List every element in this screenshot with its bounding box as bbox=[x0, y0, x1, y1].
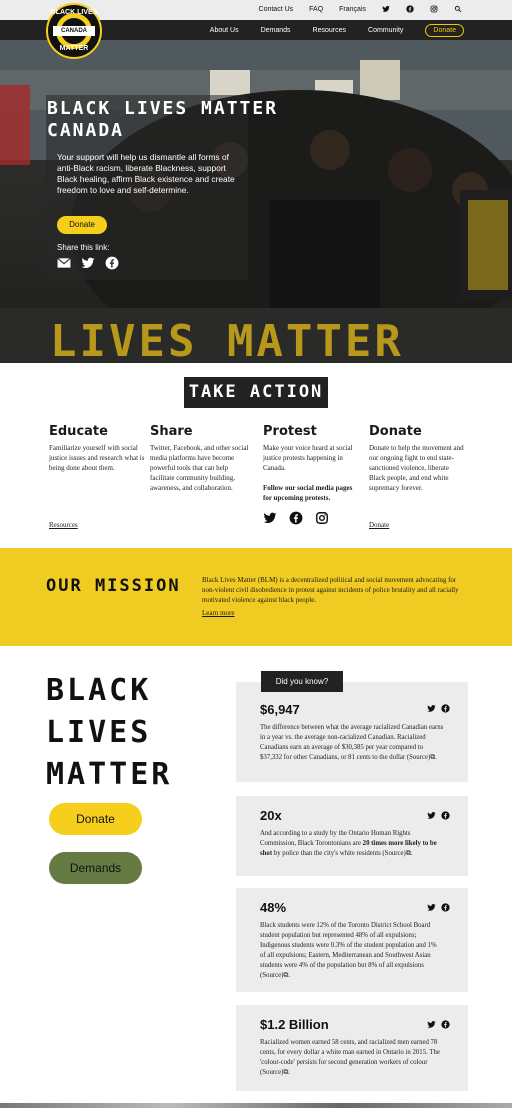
resources-link[interactable]: Resources bbox=[49, 521, 149, 529]
fact-stat: 20x bbox=[260, 808, 282, 823]
fact-card-share-icons bbox=[427, 811, 450, 820]
mission-text: Black Lives Matter (BLM) is a decentrali… bbox=[202, 576, 459, 604]
fact-card-2: 20x And according to a study by the Onta… bbox=[236, 796, 468, 876]
share-column: Share Twitter, Facebook, and other socia… bbox=[150, 424, 250, 493]
facebook-share-icon[interactable] bbox=[105, 256, 119, 270]
twitter-icon[interactable] bbox=[427, 1020, 436, 1029]
hero-section: LIVES MATTER BLACK LIVES MATTER CANADA Y… bbox=[0, 40, 512, 363]
educate-heading: Educate bbox=[49, 424, 108, 439]
fact-card-4: $1.2 Billion Racialized women earned 58 … bbox=[236, 1005, 468, 1091]
donate-heading: Donate bbox=[369, 424, 422, 439]
hero-title-line1: BLACK LIVES MATTER bbox=[47, 98, 279, 119]
facebook-icon[interactable] bbox=[441, 704, 450, 713]
search-icon[interactable] bbox=[454, 5, 462, 13]
fact-card-3: 48% Black students were 12% of the Toron… bbox=[236, 888, 468, 992]
nav-about-us[interactable]: About Us bbox=[210, 27, 239, 34]
hero-description: Your support will help us dismantle all … bbox=[57, 152, 235, 195]
contact-us-link[interactable]: Contact Us bbox=[259, 6, 294, 13]
mission-section: OUR MISSION Black Lives Matter (BLM) is … bbox=[0, 548, 512, 646]
fact-stat: $1.2 Billion bbox=[260, 1017, 329, 1032]
nav-demands[interactable]: Demands bbox=[261, 27, 291, 34]
fact-text: And according to a study by the Ontario … bbox=[260, 829, 444, 859]
blm-big-heading: BLACK LIVES MATTER bbox=[46, 670, 172, 796]
hero-banner: LIVES MATTER bbox=[0, 308, 512, 363]
blm-line1: BLACK bbox=[46, 673, 152, 708]
nav-links: About Us Demands Resources Community Don… bbox=[210, 24, 464, 37]
fact-text-post: by police than the city's white resident… bbox=[272, 850, 413, 857]
hero-donate-button[interactable]: Donate bbox=[57, 216, 107, 234]
logo-text-bottom: MATTER bbox=[59, 45, 89, 52]
share-label: Share this link: bbox=[57, 243, 110, 252]
demands-button[interactable]: Demands bbox=[49, 852, 142, 884]
take-action-heading: TAKE ACTION bbox=[184, 377, 328, 408]
protest-follow-text: Follow our social media pages for upcomi… bbox=[263, 484, 353, 502]
share-heading: Share bbox=[150, 424, 193, 439]
logo-text-middle: CANADA bbox=[53, 26, 95, 36]
blm-line3: MATTER bbox=[46, 757, 173, 792]
fact-text: Black students were 12% of the Toronto D… bbox=[260, 922, 437, 979]
donate-link[interactable]: Donate bbox=[369, 521, 469, 529]
nav-community[interactable]: Community bbox=[368, 27, 403, 34]
protest-social-icons bbox=[263, 511, 353, 525]
protest-heading: Protest bbox=[263, 424, 317, 439]
fact-card-share-icons bbox=[427, 704, 450, 713]
fact-text: Racialized women earned 58 cents, and ra… bbox=[260, 1039, 440, 1076]
facebook-icon[interactable] bbox=[289, 511, 303, 525]
fact-card-share-icons bbox=[427, 1020, 450, 1029]
did-you-know-tag: Did you know? bbox=[261, 671, 343, 692]
instagram-icon[interactable] bbox=[315, 511, 329, 525]
hero-banner-text: LIVES MATTER bbox=[50, 316, 404, 363]
blm-line2: LIVES bbox=[46, 715, 152, 750]
twitter-icon[interactable] bbox=[427, 811, 436, 820]
hero-title-line2: CANADA bbox=[47, 120, 125, 141]
twitter-share-icon[interactable] bbox=[81, 256, 95, 270]
fact-stat: 48% bbox=[260, 900, 287, 915]
fact-card-1: $6,947 The difference between what the a… bbox=[236, 682, 468, 782]
fact-stat: $6,947 bbox=[260, 702, 300, 717]
learn-more-link[interactable]: Learn more bbox=[202, 609, 234, 617]
donate-column: Donate Donate to help the movement and o… bbox=[369, 424, 464, 493]
instagram-icon[interactable] bbox=[430, 5, 438, 13]
facebook-icon[interactable] bbox=[441, 811, 450, 820]
protest-column: Protest Make your voice heard at social … bbox=[263, 424, 353, 525]
mission-title: OUR MISSION bbox=[46, 576, 181, 596]
nav-donate-button[interactable]: Donate bbox=[425, 24, 464, 37]
facebook-icon[interactable] bbox=[406, 5, 414, 13]
facebook-icon[interactable] bbox=[441, 1020, 450, 1029]
twitter-icon[interactable] bbox=[427, 903, 436, 912]
share-icons bbox=[57, 256, 119, 270]
facebook-icon[interactable] bbox=[441, 903, 450, 912]
blm-donate-button[interactable]: Donate bbox=[49, 803, 142, 835]
footer-image-strip bbox=[0, 1103, 512, 1108]
educate-column: Educate Familiarize yourself with social… bbox=[49, 424, 149, 473]
nav-resources[interactable]: Resources bbox=[313, 27, 346, 34]
francais-link[interactable]: Français bbox=[339, 6, 366, 13]
fact-card-share-icons bbox=[427, 903, 450, 912]
hero-title: BLACK LIVES MATTER CANADA bbox=[47, 98, 287, 142]
protest-text: Make your voice heard at social justice … bbox=[263, 444, 353, 472]
twitter-icon[interactable] bbox=[382, 5, 390, 13]
email-icon[interactable] bbox=[57, 256, 71, 270]
donate-text: Donate to help the movement and our ongo… bbox=[369, 444, 464, 492]
fact-text: The difference between what the average … bbox=[260, 724, 444, 761]
blm-canada-logo[interactable]: BLACK LIVES CANADA MATTER bbox=[46, 3, 102, 59]
share-text: Twitter, Facebook, and other social medi… bbox=[150, 444, 249, 492]
twitter-icon[interactable] bbox=[427, 704, 436, 713]
educate-text: Familiarize yourself with social justice… bbox=[49, 444, 145, 472]
twitter-icon[interactable] bbox=[263, 511, 277, 525]
faq-link[interactable]: FAQ bbox=[309, 6, 323, 13]
utility-links: Contact Us FAQ Français bbox=[259, 5, 462, 13]
